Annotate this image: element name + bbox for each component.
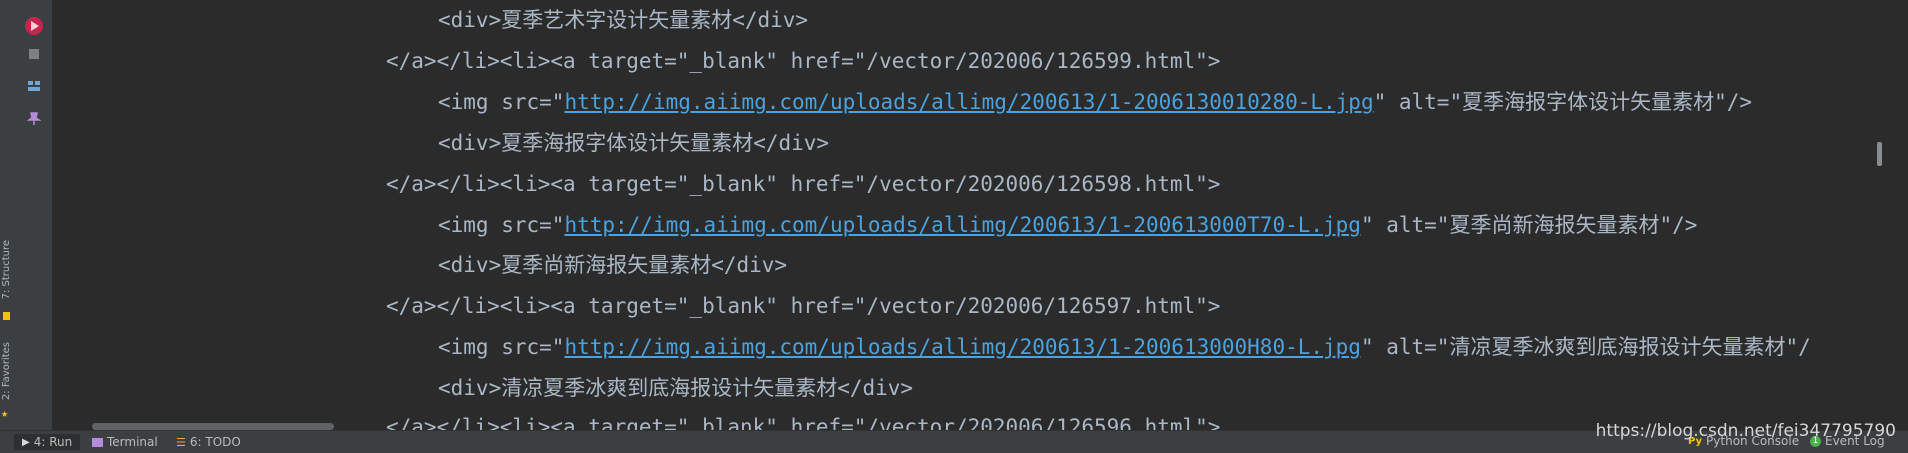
star-icon: ★ — [1, 406, 9, 420]
stop-icon[interactable] — [24, 44, 44, 64]
layout-icon[interactable] — [24, 76, 44, 96]
structure-icon — [3, 312, 10, 320]
code-line-10: <div>清凉夏季冰爽到底海报设计矢量素材</div> — [438, 375, 913, 401]
tab-terminal[interactable]: Terminal — [92, 434, 158, 450]
code-text: <div>清凉夏季冰爽到底海报设计矢量素材</div> — [438, 376, 914, 400]
code-text: " alt="夏季海报字体设计矢量素材"/> — [1373, 90, 1753, 114]
code-text: </a></li><li><a target="_blank" href="/v… — [386, 415, 1221, 430]
todo-icon: ☰ — [176, 435, 186, 449]
code-text: <img src=" — [438, 213, 565, 237]
code-text: <div>夏季尚新海报矢量素材</div> — [438, 253, 788, 277]
tab-label: 6: TODO — [189, 435, 241, 449]
image-url-link[interactable]: http://img.aiimg.com/uploads/allimg/2006… — [564, 90, 1373, 114]
code-line-4: <div>夏季海报字体设计矢量素材</div> — [438, 130, 829, 156]
code-line-8: </a></li><li><a target="_blank" href="/v… — [386, 293, 1220, 319]
code-line-7: <div>夏季尚新海报矢量素材</div> — [438, 252, 787, 278]
code-text: <img src=" — [438, 335, 565, 359]
code-line-3: <img src="http://img.aiimg.com/uploads/a… — [438, 89, 1752, 115]
code-line-5: </a></li><li><a target="_blank" href="/v… — [386, 171, 1220, 197]
code-text: </a></li><li><a target="_blank" href="/v… — [386, 172, 1221, 196]
run-icon[interactable] — [24, 16, 44, 36]
terminal-icon — [92, 437, 103, 447]
code-text: <div>夏季艺术字设计矢量素材</div> — [438, 8, 809, 32]
code-editor[interactable]: <div>夏季艺术字设计矢量素材</div> </a></li><li><a t… — [52, 0, 1886, 430]
tab-label: Terminal — [107, 435, 158, 449]
code-line-2: </a></li><li><a target="_blank" href="/v… — [386, 48, 1220, 74]
code-line-6: <img src="http://img.aiimg.com/uploads/a… — [438, 212, 1697, 238]
code-text: <img src=" — [438, 90, 565, 114]
code-text: </a></li><li><a target="_blank" href="/v… — [386, 294, 1221, 318]
run-icon: ▶ — [22, 436, 30, 448]
image-url-link[interactable]: http://img.aiimg.com/uploads/allimg/2006… — [564, 213, 1361, 237]
code-text: " alt="夏季尚新海报矢量素材"/> — [1360, 213, 1698, 237]
blog-watermark: https://blog.csdn.net/fei347795790 — [1595, 421, 1896, 441]
code-line-1: <div>夏季艺术字设计矢量素材</div> — [438, 7, 808, 33]
code-line-9: <img src="http://img.aiimg.com/uploads/a… — [438, 334, 1811, 360]
horizontal-scrollbar[interactable] — [92, 423, 334, 430]
tab-label: 4: Run — [33, 435, 73, 449]
tab-run[interactable]: ▶ 4: Run — [14, 434, 81, 450]
code-text: </a></li><li><a target="_blank" href="/v… — [386, 49, 1221, 73]
favorites-panel-label[interactable]: 2: Favorites — [1, 342, 12, 400]
left-tool-strip: 7: Structure 2: Favorites ★ — [0, 0, 15, 430]
structure-panel-label[interactable]: 7: Structure — [1, 240, 12, 299]
tab-todo[interactable]: ☰ 6: TODO — [176, 434, 241, 450]
code-text: <div>夏季海报字体设计矢量素材</div> — [438, 131, 830, 155]
image-url-link[interactable]: http://img.aiimg.com/uploads/allimg/2006… — [564, 335, 1361, 359]
vertical-scrollbar[interactable] — [1877, 142, 1882, 166]
code-line-11: </a></li><li><a target="_blank" href="/v… — [386, 414, 1220, 430]
pin-icon[interactable] — [24, 108, 44, 128]
run-toolbar — [14, 0, 72, 430]
code-text: " alt="清凉夏季冰爽到底海报设计矢量素材"/ — [1360, 335, 1811, 359]
